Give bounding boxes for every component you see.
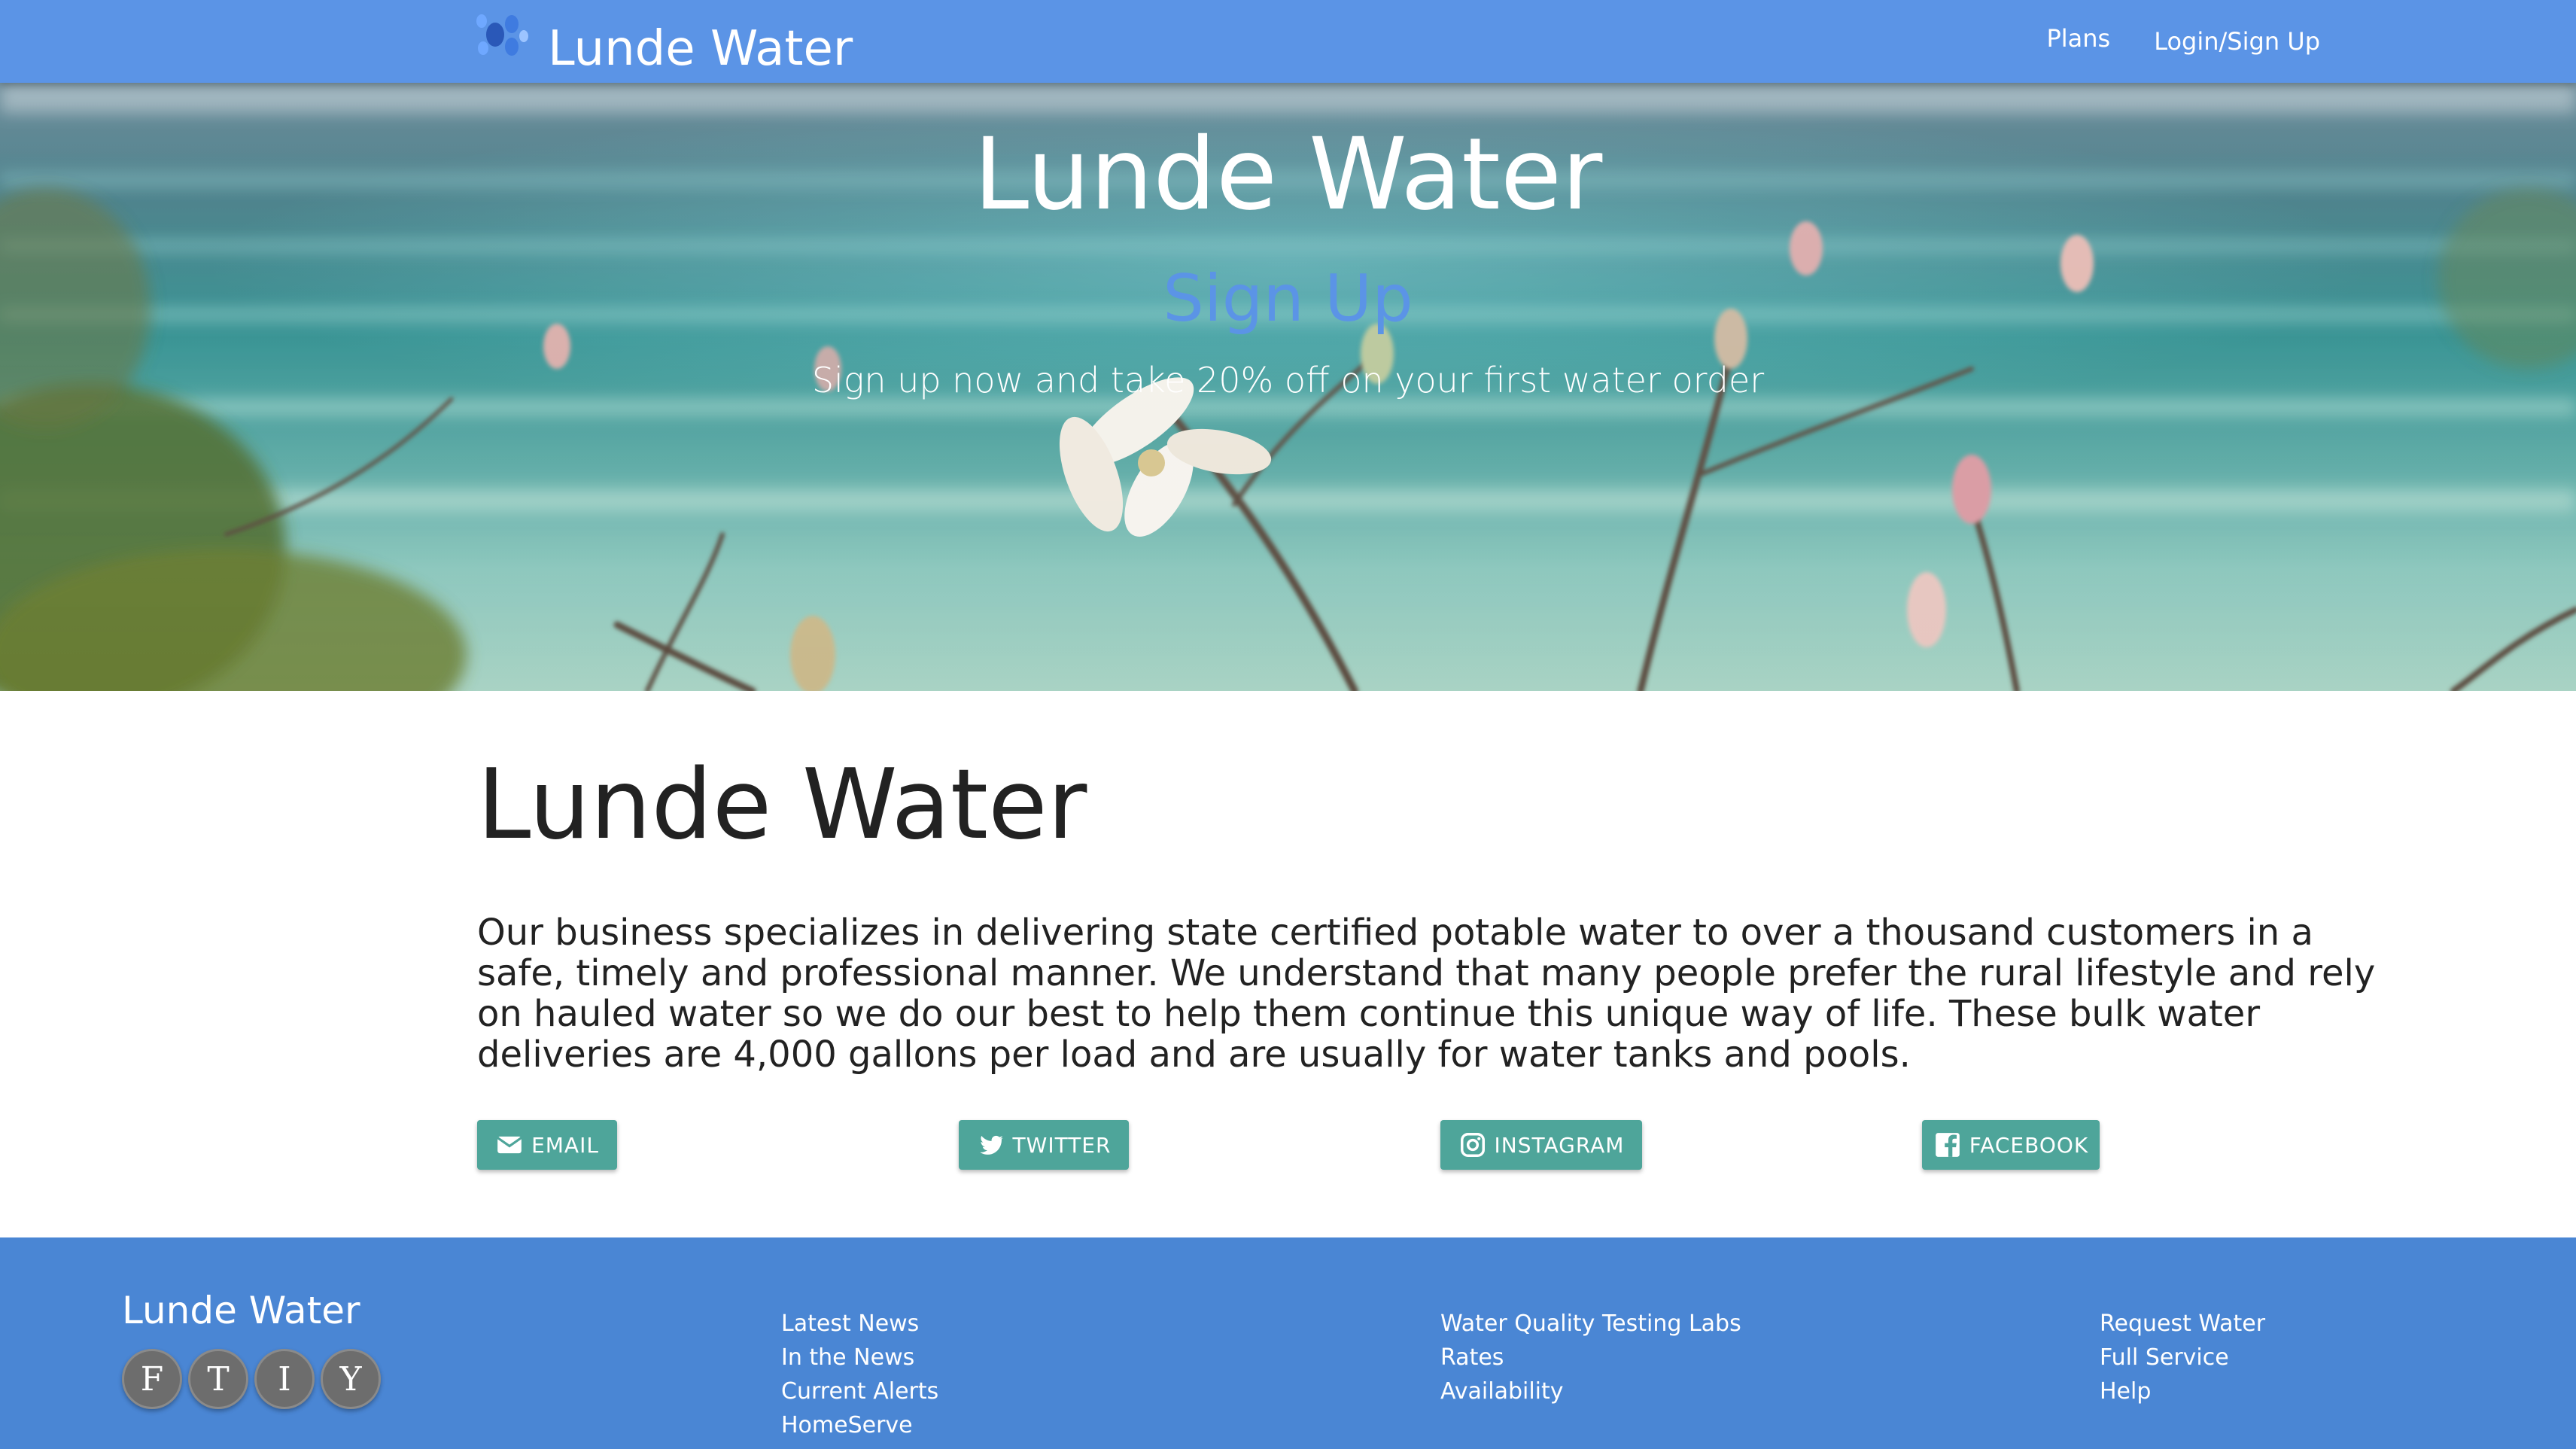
envelope-icon bbox=[497, 1136, 522, 1154]
footer-link-request-water[interactable]: Request Water bbox=[2100, 1307, 2265, 1341]
twitter-button[interactable]: TWITTER bbox=[959, 1120, 1129, 1170]
brand-name: Lunde Water bbox=[548, 21, 853, 77]
footer-link-homeserve[interactable]: HomeServe bbox=[781, 1408, 938, 1442]
facebook-button[interactable]: FACEBOOK bbox=[1922, 1120, 2100, 1170]
hero-signup-heading[interactable]: Sign Up bbox=[0, 263, 2576, 335]
water-drops-logo-icon bbox=[476, 14, 528, 56]
facebook-button-label: FACEBOOK bbox=[1969, 1132, 2089, 1158]
footer-circle-instagram[interactable]: I bbox=[254, 1349, 315, 1409]
footer-link-water-quality-labs[interactable]: Water Quality Testing Labs bbox=[1440, 1307, 1741, 1341]
instagram-icon bbox=[1460, 1133, 1485, 1157]
footer-column-service: Request Water Full Service Help bbox=[2100, 1307, 2265, 1408]
twitter-button-label: TWITTER bbox=[1012, 1132, 1112, 1158]
footer-link-current-alerts[interactable]: Current Alerts bbox=[781, 1374, 938, 1408]
about-description: Our business specializes in delivering s… bbox=[477, 912, 2376, 1076]
instagram-button[interactable]: INSTAGRAM bbox=[1440, 1120, 1642, 1170]
footer-brand: Lunde Water bbox=[122, 1289, 360, 1332]
footer-link-in-the-news[interactable]: In the News bbox=[781, 1341, 938, 1374]
twitter-bird-icon bbox=[979, 1135, 1004, 1155]
footer-circle-facebook[interactable]: F bbox=[122, 1349, 182, 1409]
navbar-brand[interactable]: Lunde Water bbox=[467, 0, 853, 83]
footer-link-latest-news[interactable]: Latest News bbox=[781, 1307, 938, 1341]
footer-link-full-service[interactable]: Full Service bbox=[2100, 1341, 2265, 1374]
hero-title: Lunde Water bbox=[973, 117, 1603, 233]
footer-link-help[interactable]: Help bbox=[2100, 1374, 2265, 1408]
footer-circle-youtube[interactable]: Y bbox=[321, 1349, 381, 1409]
facebook-icon bbox=[1935, 1133, 1960, 1157]
footer-column-news: Latest News In the News Current Alerts H… bbox=[781, 1307, 938, 1442]
hero-promo-text: Sign up now and take 20% off on your fir… bbox=[811, 360, 1765, 400]
footer-social-circles: F T I Y bbox=[122, 1349, 381, 1409]
footer-link-availability[interactable]: Availability bbox=[1440, 1374, 1741, 1408]
site-footer: Lunde Water F T I Y Latest News In the N… bbox=[0, 1237, 2576, 1449]
instagram-button-label: INSTAGRAM bbox=[1494, 1132, 1625, 1158]
hero-banner: Lunde Water Sign Up Sign up now and take… bbox=[0, 83, 2576, 691]
nav-link-login-signup[interactable]: Login/Sign Up bbox=[2154, 27, 2320, 56]
email-button[interactable]: EMAIL bbox=[477, 1120, 617, 1170]
about-heading: Lunde Water bbox=[477, 749, 1087, 861]
footer-column-info: Water Quality Testing Labs Rates Availab… bbox=[1440, 1307, 1741, 1408]
nav-link-plans[interactable]: Plans bbox=[2046, 24, 2110, 53]
footer-link-rates[interactable]: Rates bbox=[1440, 1341, 1741, 1374]
email-button-label: EMAIL bbox=[531, 1132, 599, 1158]
top-navbar: Lunde Water Plans Login/Sign Up bbox=[0, 0, 2576, 83]
social-buttons-row: EMAIL TWITTER INSTAGRAM FACEBOOK bbox=[477, 1120, 2404, 1170]
footer-circle-twitter[interactable]: T bbox=[188, 1349, 248, 1409]
nav-links: Plans Login/Sign Up bbox=[2046, 0, 2320, 83]
